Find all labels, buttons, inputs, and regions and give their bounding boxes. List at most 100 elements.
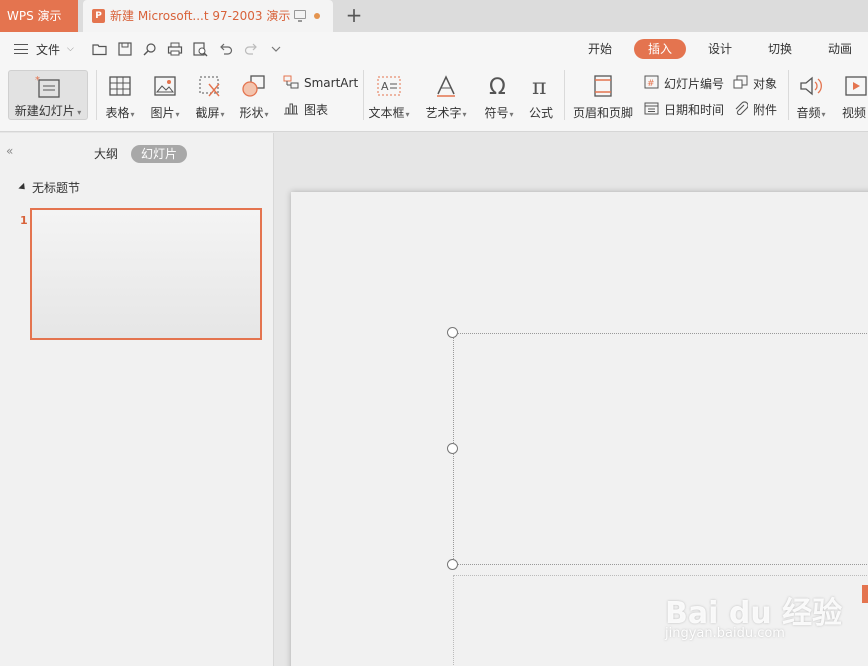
slides-pane: « 大纲 幻灯片 无标题节 1 [0, 133, 274, 666]
new-slide-icon: * [35, 74, 63, 103]
document-tab-title: 新建 Microsoft...t 97-2003 演示 [110, 9, 291, 23]
slide-number-button[interactable]: # 幻灯片编号 [644, 74, 724, 92]
tab-transition[interactable]: 切换 [762, 39, 798, 59]
svg-text:*: * [35, 75, 40, 86]
table-icon [108, 74, 132, 101]
ribbon-divider [363, 70, 364, 120]
shape-label: 形状▾ [239, 106, 269, 120]
print-icon[interactable] [167, 41, 183, 57]
picture-label: 图片▾ [150, 106, 180, 120]
presentation-file-icon: P [92, 9, 105, 23]
video-icon [843, 74, 868, 101]
new-slide-label: 新建幻灯片 ▾ [14, 104, 82, 118]
screenshot-label: 截屏▾ [195, 106, 225, 120]
attachment-label: 附件 [753, 102, 778, 117]
ribbon-divider [564, 70, 565, 120]
table-label: 表格▾ [105, 106, 135, 120]
redo-icon[interactable] [243, 41, 259, 57]
undo-icon[interactable] [218, 41, 234, 57]
customize-toolbar-icon[interactable] [268, 41, 284, 57]
tab-design[interactable]: 设计 [702, 39, 738, 59]
file-menu-label: 文件 [36, 42, 61, 57]
tab-outline[interactable]: 大纲 [90, 145, 122, 163]
open-folder-icon[interactable] [92, 41, 108, 57]
screenshot-button[interactable]: 截屏▾ [190, 70, 230, 126]
symbol-label: 符号▾ [484, 106, 514, 120]
tab-insert[interactable]: 插入 [634, 39, 686, 59]
smartart-label: SmartArt [304, 76, 359, 90]
object-button[interactable]: 对象 [733, 74, 777, 92]
baidu-watermark: Bai du 经验 jingyan.baidu.com [665, 570, 865, 650]
formula-button[interactable]: π 公式 [523, 70, 559, 126]
title-placeholder[interactable] [453, 333, 868, 565]
attachment-button[interactable]: 附件 [733, 100, 777, 118]
expand-triangle-icon [18, 182, 28, 193]
find-icon[interactable] [142, 41, 158, 57]
chart-icon [283, 101, 299, 118]
date-time-label: 日期和时间 [664, 102, 725, 117]
omega-icon: Ω [487, 74, 511, 101]
wordart-button[interactable]: 艺术字▾ [421, 70, 471, 126]
textbox-button[interactable]: A 文本框▾ [365, 70, 413, 126]
smartart-button[interactable]: SmartArt [283, 74, 358, 92]
section-header[interactable]: 无标题节 [18, 179, 81, 196]
formula-label: 公式 [528, 106, 553, 120]
video-label: 视频 [842, 106, 867, 120]
resize-handle[interactable] [447, 327, 458, 338]
date-time-button[interactable]: 日期和时间 [644, 100, 724, 118]
textbox-icon: A [376, 74, 402, 101]
paperclip-icon [733, 100, 749, 118]
menu-bar: 文件 ⌵ 开始 插入 设计 切换 动画 [0, 32, 868, 66]
pi-icon: π [529, 74, 553, 101]
shape-button[interactable]: 形状▾ [234, 70, 274, 126]
ribbon-divider [788, 70, 789, 120]
save-icon[interactable] [117, 41, 133, 57]
wordart-icon [434, 74, 458, 101]
svg-text:#: # [647, 79, 655, 89]
hamburger-icon [14, 44, 28, 54]
slide-number-icon: # [644, 75, 659, 92]
tab-animation[interactable]: 动画 [822, 39, 858, 59]
video-button[interactable]: 视频 [836, 70, 868, 126]
svg-text:A: A [381, 80, 389, 93]
chart-button[interactable]: 图表 [283, 100, 328, 118]
slide-thumbnail[interactable] [30, 208, 262, 340]
collapse-pane-icon[interactable]: « [6, 144, 13, 158]
print-preview-icon[interactable] [192, 41, 208, 57]
new-slide-button[interactable]: * 新建幻灯片 ▾ [8, 70, 88, 120]
object-label: 对象 [753, 76, 778, 91]
table-button[interactable]: 表格▾ [101, 70, 139, 126]
resize-handle[interactable] [447, 559, 458, 570]
header-footer-button[interactable]: 页眉和页脚 [570, 70, 636, 126]
object-icon [733, 75, 748, 92]
smartart-icon [283, 75, 299, 92]
slide-number: 1 [20, 214, 28, 227]
wordart-label: 艺术字▾ [425, 106, 467, 120]
title-bar: WPS 演示 P 新建 Microsoft...t 97-2003 演示 + [0, 0, 868, 32]
tab-home[interactable]: 开始 [582, 39, 618, 59]
svg-text:Ω: Ω [489, 75, 506, 98]
chevron-down-icon: ⌵ [67, 44, 74, 54]
calendar-icon [644, 101, 659, 118]
ribbon-divider [96, 70, 97, 120]
unsaved-dot-icon [314, 13, 320, 19]
picture-button[interactable]: 图片▾ [145, 70, 185, 126]
chart-label: 图表 [304, 102, 329, 117]
app-menu-tab[interactable]: WPS 演示 [0, 0, 78, 32]
resize-handle[interactable] [447, 443, 458, 454]
audio-label: 音频▾ [796, 106, 826, 120]
screenshot-icon [197, 74, 223, 101]
header-footer-label: 页眉和页脚 [572, 106, 633, 120]
speaker-icon [798, 74, 824, 101]
file-menu-button[interactable]: 文件 ⌵ [14, 40, 74, 58]
monitor-icon[interactable] [294, 10, 306, 22]
header-footer-icon [592, 74, 614, 101]
section-title: 无标题节 [32, 181, 81, 195]
document-tab[interactable]: P 新建 Microsoft...t 97-2003 演示 [83, 0, 333, 32]
new-tab-plus-icon[interactable]: + [344, 4, 364, 28]
audio-button[interactable]: 音频▾ [792, 70, 830, 126]
symbol-button[interactable]: Ω 符号▾ [479, 70, 519, 126]
svg-text:π: π [532, 75, 546, 98]
picture-icon [153, 74, 177, 101]
tab-slides[interactable]: 幻灯片 [131, 145, 187, 163]
